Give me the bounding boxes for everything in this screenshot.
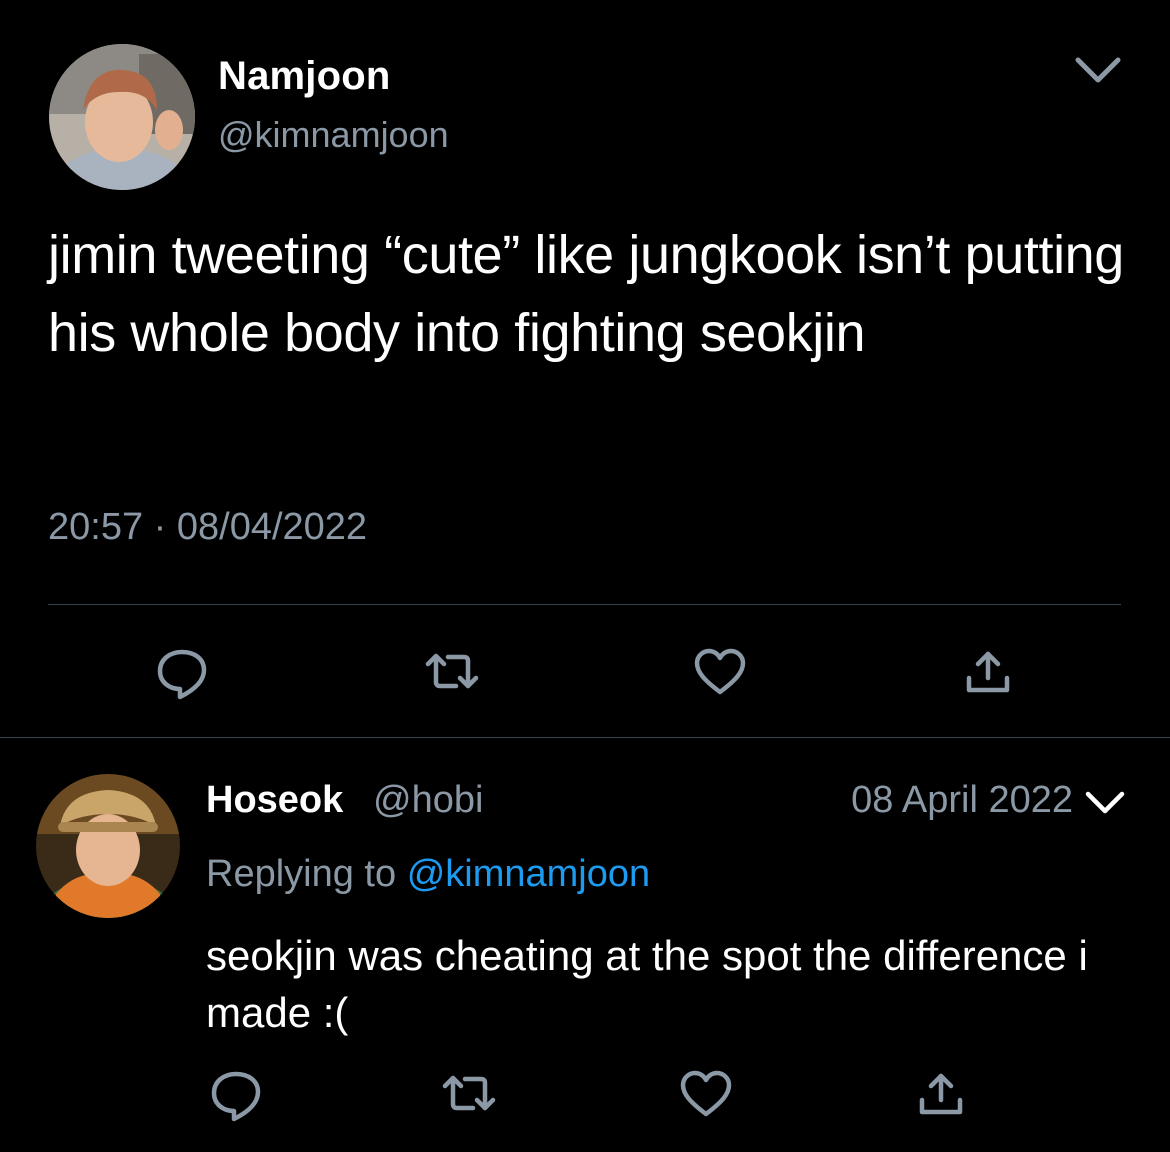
like-icon[interactable] [692,644,748,700]
tweet-timestamp: 20:57 · 08/04/2022 [48,506,367,549]
chevron-down-icon[interactable] [1072,50,1124,90]
replying-to: Replying to @kimnamjoon [206,853,650,896]
divider [48,604,1121,605]
tweet-time: 20:57 [48,506,144,548]
retweet-icon[interactable] [441,1066,497,1122]
chevron-down-icon[interactable] [1082,784,1128,820]
reply-author-name[interactable]: Hoseok [206,779,343,822]
main-author-handle[interactable]: @kimnamjoon [218,114,449,156]
retweet-icon[interactable] [424,644,480,700]
main-author-avatar[interactable] [49,44,195,190]
reply-text: seokjin was cheating at the spot the dif… [206,932,1088,1036]
mention-link[interactable]: @kimnamjoon [407,853,650,895]
reply-icon[interactable] [154,644,210,700]
reply-author-handle[interactable]: @hobi [373,779,483,822]
tweet-text: jimin tweeting “cute” like jungkook isn’… [48,225,1124,363]
divider [0,737,1170,738]
reply-author-avatar[interactable] [36,774,180,918]
share-icon[interactable] [913,1066,969,1122]
share-icon[interactable] [960,644,1016,700]
reply-date: 08 April 2022 [851,779,1073,821]
replying-prefix: Replying to [206,853,397,895]
reply-icon[interactable] [208,1066,264,1122]
like-icon[interactable] [678,1066,734,1122]
meta-separator: · [153,506,167,548]
main-author-name[interactable]: Namjoon [218,54,391,99]
tweet-date: 08/04/2022 [176,506,368,548]
